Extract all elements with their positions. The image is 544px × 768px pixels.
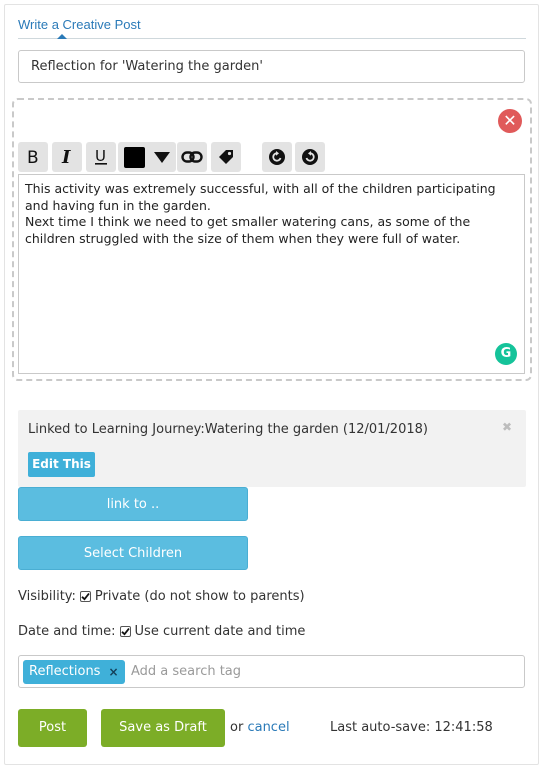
link-icon[interactable] — [177, 142, 207, 172]
edit-this-button[interactable]: Edit This — [28, 452, 95, 477]
current-date-checkbox[interactable] — [119, 626, 131, 637]
svg-text:I: I — [61, 148, 71, 166]
post-body-editor[interactable]: This activity was extremely successful, … — [18, 174, 525, 374]
text-color-button[interactable] — [118, 142, 176, 172]
select-children-button[interactable]: Select Children — [18, 536, 248, 570]
visibility-label: Visibility: — [18, 589, 76, 604]
post-button[interactable]: Post — [18, 709, 87, 747]
tag-search-placeholder[interactable]: Add a search tag — [131, 656, 241, 687]
post-title-input[interactable]: Reflection for 'Watering the garden' — [18, 50, 525, 83]
undo-icon[interactable] — [262, 142, 292, 172]
private-option-label: Private (do not show to parents) — [94, 589, 305, 604]
post-paragraph: This activity was extremely successful, … — [25, 181, 496, 213]
tab-write-creative-post[interactable]: Write a Creative Post — [18, 16, 141, 34]
active-tab-indicator — [57, 34, 67, 39]
visibility-row: Visibility: Private (do not show to pare… — [18, 589, 305, 604]
text-color-icon — [124, 146, 145, 168]
dropdown-arrow-icon — [154, 151, 170, 163]
cancel-link[interactable]: cancel — [247, 720, 289, 735]
tag-icon[interactable] — [211, 142, 241, 172]
save-as-draft-button[interactable]: Save as Draft — [101, 709, 225, 747]
tab-bar: Write a Creative Post — [18, 16, 526, 39]
autosave-status: Last auto-save: 12:41:58 — [330, 720, 493, 735]
or-text: or — [230, 720, 244, 735]
underline-icon[interactable]: U — [86, 142, 116, 172]
linked-journey-text: Linked to Learning Journey:Watering the … — [28, 422, 428, 437]
autosave-label: Last auto-save: — [330, 720, 431, 735]
remove-link-icon[interactable]: ✖ — [502, 420, 512, 434]
autosave-time: 12:41:58 — [434, 720, 493, 735]
svg-text:U: U — [95, 148, 106, 165]
grammarly-icon[interactable]: G — [495, 343, 517, 365]
close-icon[interactable]: ✕ — [498, 109, 522, 133]
checkmark-icon — [81, 592, 90, 601]
tag-chip-label: Reflections — [29, 664, 101, 679]
italic-icon[interactable]: I — [52, 142, 82, 172]
current-date-option-label: Use current date and time — [134, 624, 306, 639]
private-checkbox[interactable] — [79, 591, 91, 602]
tag-chip: Reflections × — [23, 660, 125, 684]
post-paragraph: Next time I think we need to get smaller… — [25, 214, 471, 246]
checkmark-icon — [120, 627, 130, 636]
tag-search-input[interactable]: Reflections × Add a search tag — [18, 655, 525, 688]
bold-icon[interactable]: B — [18, 142, 48, 172]
datetime-label: Date and time: — [18, 624, 116, 639]
datetime-row: Date and time: Use current date and time — [18, 624, 305, 639]
svg-text:B: B — [27, 148, 39, 166]
redo-icon[interactable] — [295, 142, 325, 172]
linked-journey-panel: Linked to Learning Journey:Watering the … — [18, 410, 526, 487]
remove-tag-icon[interactable]: × — [108, 660, 118, 684]
cancel-row: or cancel — [230, 720, 290, 735]
link-to-button[interactable]: link to .. — [18, 487, 248, 521]
